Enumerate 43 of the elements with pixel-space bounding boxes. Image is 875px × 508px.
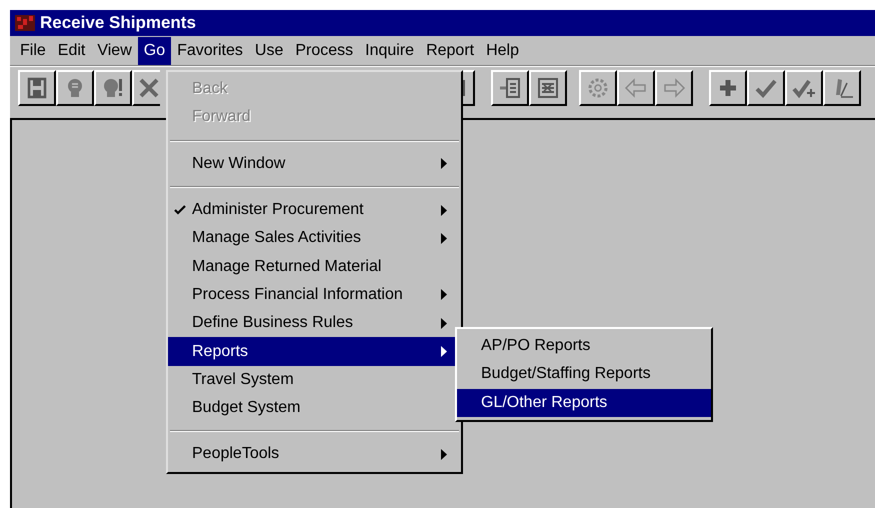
menu-item[interactable]: PeopleTools [168,440,461,469]
toolbar-button[interactable] [94,70,132,106]
app-icon [14,13,36,33]
toolbar-button[interactable] [579,70,617,106]
toolbar-button[interactable] [18,70,56,106]
toolbar-button[interactable] [617,70,655,106]
toolbar-button[interactable] [747,70,785,106]
left-arrow-icon [623,75,649,101]
toolbar-button[interactable] [655,70,693,106]
menu-bar-item[interactable]: Report [420,36,480,64]
submenu-arrow-icon [441,346,447,358]
menu-bar-item[interactable]: Favorites [171,36,249,64]
menu-bar-item[interactable]: Use [248,36,290,64]
toolbar-button[interactable] [491,70,529,106]
menu-bar-item[interactable]: Go [138,36,172,64]
toolbar-button[interactable] [709,70,747,106]
menu-item[interactable]: New Window [168,150,461,178]
toolbar-button[interactable] [529,70,567,106]
submenu-arrow-icon [441,318,447,329]
menu-bar-item[interactable]: Inquire [359,36,420,64]
menu-bar-item[interactable]: Help [480,36,525,64]
menu-item[interactable]: Manage Returned Material [168,252,461,281]
toolbar-button[interactable] [56,70,94,106]
submenu-arrow-icon [441,448,447,460]
window-title: Receive Shipments [40,12,196,34]
submenu-arrow-icon [441,158,447,170]
toolbar-button[interactable] [823,70,861,106]
menu-bar-item[interactable]: Edit [52,36,92,64]
toolbar-button[interactable] [132,70,160,106]
submenu-arrow-icon [441,289,447,300]
toolbar-button[interactable] [785,70,823,106]
menu-item[interactable]: Process Financial Information [168,280,461,310]
delete-row-icon [535,75,561,101]
menu-bar-item[interactable]: File [14,36,52,64]
menu-bar-item[interactable]: View [91,36,138,64]
checkmark-icon [174,204,186,215]
menu-item[interactable]: GL/Other Reports [457,388,711,417]
menu-item[interactable]: Administer Procurement [168,196,461,224]
submenu-arrow-icon [441,204,447,216]
menu-bar-item[interactable]: Process [289,36,360,64]
menu-item[interactable]: Manage Sales Activities [168,224,461,252]
submenu-arrow-icon [441,232,447,244]
insert-row-icon [497,75,523,101]
